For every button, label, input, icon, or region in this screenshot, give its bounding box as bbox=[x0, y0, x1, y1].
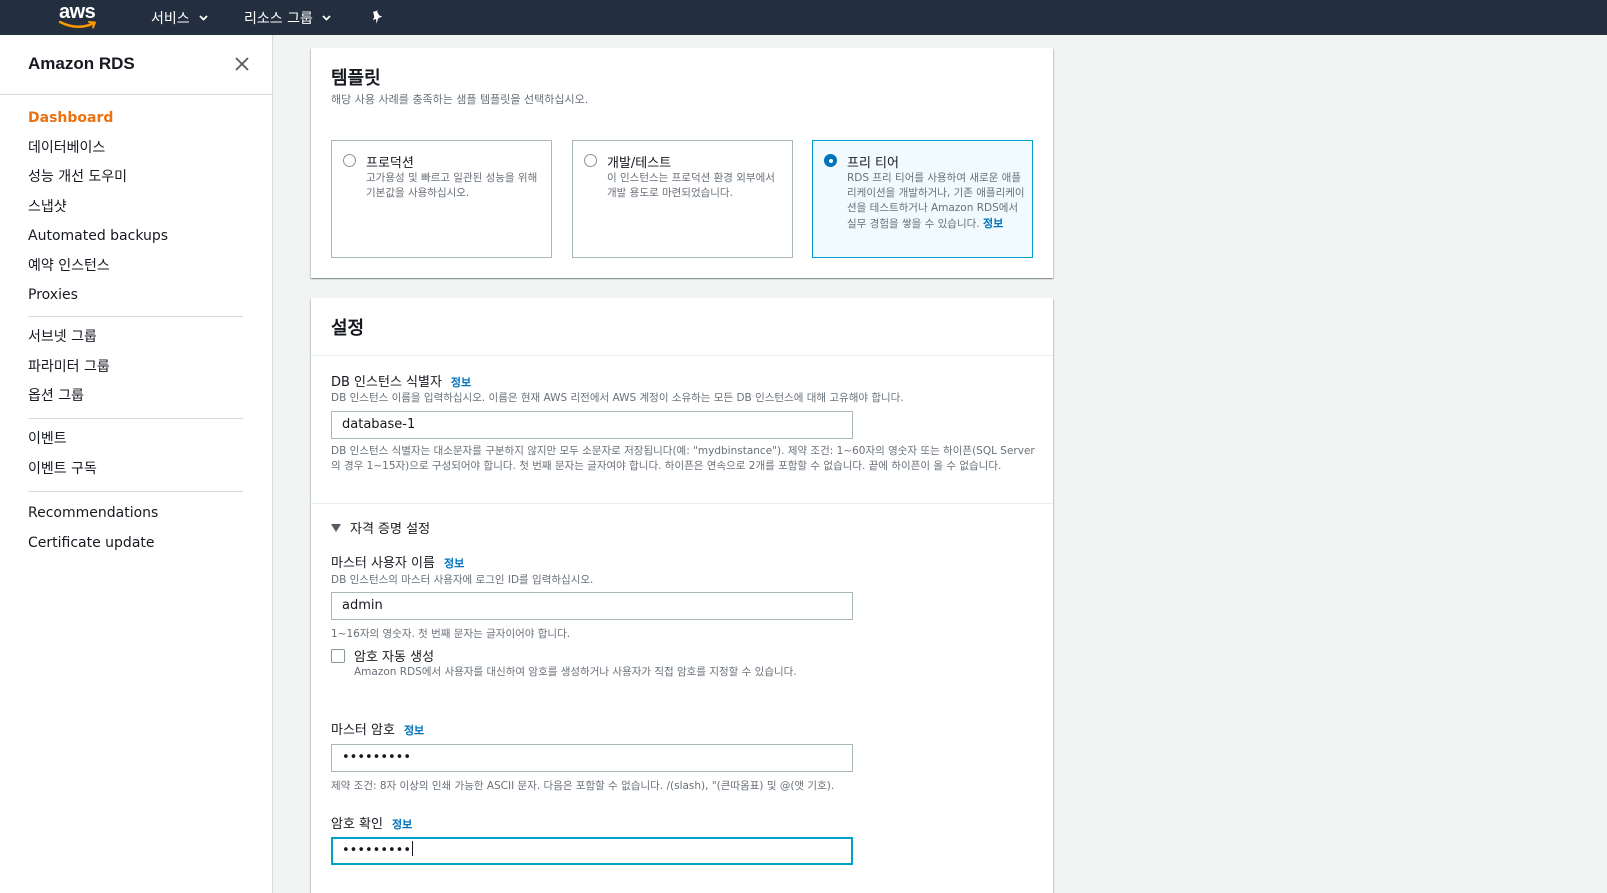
sidebar-item-snapshots[interactable]: 스냅샷 bbox=[28, 193, 168, 223]
sidebar-item-event-subscriptions[interactable]: 이벤트 구독 bbox=[28, 455, 97, 485]
resource-groups-menu[interactable]: 리소스 그룹 bbox=[244, 0, 332, 35]
master-password-constraint: 제약 조건: 8자 이상의 인쇄 가능한 ASCII 문자. 다음은 포함할 수… bbox=[331, 780, 835, 792]
master-password-label: 마스터 암호 정보 bbox=[331, 719, 424, 738]
master-username-constraint: 1~16자의 영숫자. 첫 번째 문자는 글자이어야 합니다. bbox=[331, 628, 571, 640]
master-password-input[interactable]: ••••••••• bbox=[331, 744, 853, 772]
pushpin-icon[interactable] bbox=[370, 0, 386, 35]
db-identifier-constraint: DB 인스턴스 식별자는 대소문자를 구분하지 않지만 모두 소문자로 저장됩니… bbox=[331, 445, 1035, 472]
aws-smile-icon bbox=[58, 20, 96, 29]
sidebar-title: Amazon RDS bbox=[28, 54, 135, 73]
sidebar-item-proxies[interactable]: Proxies bbox=[28, 281, 168, 311]
templates-heading: 템플릿 bbox=[331, 68, 381, 89]
services-menu-label: 서비스 bbox=[151, 10, 190, 27]
master-username-label-text: 마스터 사용자 이름 bbox=[331, 556, 435, 571]
template-radio-production[interactable] bbox=[343, 154, 356, 167]
chevron-down-icon bbox=[322, 15, 331, 21]
master-username-input[interactable]: admin bbox=[331, 592, 853, 620]
template-radio-dev-test[interactable] bbox=[584, 154, 597, 167]
credentials-settings-label: 자격 증명 설정 bbox=[350, 522, 431, 537]
auto-generate-password-checkbox[interactable] bbox=[331, 649, 345, 663]
credentials-settings-expander[interactable]: 자격 증명 설정 bbox=[331, 518, 430, 537]
sidebar-item-automated-backups[interactable]: Automated backups bbox=[28, 222, 168, 252]
sidebar-group-events: 이벤트 이벤트 구독 bbox=[28, 425, 97, 484]
close-icon[interactable] bbox=[234, 56, 250, 72]
chevron-down-icon bbox=[199, 15, 208, 21]
master-username-description: DB 인스턴스의 마스터 사용자에 로그인 ID를 입력하십시오. bbox=[331, 574, 594, 586]
templates-description: 해당 사용 사례를 충족하는 샘플 템플릿을 선택하십시오. bbox=[331, 93, 589, 106]
sidebar-item-dashboard[interactable]: Dashboard bbox=[28, 104, 168, 134]
sidebar-item-events[interactable]: 이벤트 bbox=[28, 425, 97, 455]
sidebar-divider bbox=[28, 418, 243, 419]
sidebar-divider bbox=[28, 316, 243, 317]
sidebar-item-databases[interactable]: 데이터베이스 bbox=[28, 134, 168, 164]
template-tile-free-tier[interactable]: 프리 티어 RDS 프리 티어를 사용하여 새로운 애플리케이션을 개발하거나,… bbox=[812, 140, 1033, 258]
template-tile-production[interactable]: 프로덕션 고가용성 및 빠르고 일관된 성능을 위해 기본값을 사용하십시오. bbox=[331, 140, 552, 258]
text-cursor bbox=[412, 841, 414, 856]
db-identifier-label: DB 인스턴스 식별자 정보 bbox=[331, 371, 471, 390]
confirm-password-value: ••••••••• bbox=[342, 843, 412, 858]
settings-header-divider bbox=[311, 355, 1053, 356]
free-tier-info-link[interactable]: 정보 bbox=[983, 217, 1003, 230]
sidebar-item-subnet-groups[interactable]: 서브넷 그룹 bbox=[28, 323, 110, 353]
template-description-production: 고가용성 및 빠르고 일관된 성능을 위해 기본값을 사용하십시오. bbox=[366, 172, 538, 199]
sidebar-group-main: Dashboard 데이터베이스 성능 개선 도우미 스냅샷 Automated… bbox=[28, 104, 168, 311]
settings-heading: 설정 bbox=[331, 318, 365, 339]
template-radio-free-tier[interactable] bbox=[824, 154, 837, 167]
db-identifier-label-text: DB 인스턴스 식별자 bbox=[331, 375, 442, 390]
db-identifier-description: DB 인스턴스 이름을 입력하십시오. 이름은 현재 AWS 리전에서 AWS … bbox=[331, 392, 904, 404]
sidebar-item-performance-insights[interactable]: 성능 개선 도우미 bbox=[28, 163, 168, 193]
master-username-label: 마스터 사용자 이름 정보 bbox=[331, 552, 464, 571]
sidebar-item-parameter-groups[interactable]: 파라미터 그룹 bbox=[28, 353, 110, 383]
pushpin-icon-glyph bbox=[372, 10, 383, 24]
auto-generate-password-description: Amazon RDS에서 사용자를 대신하여 암호를 생성하거나 사용자가 직접… bbox=[354, 666, 797, 678]
settings-section-divider bbox=[311, 503, 1053, 504]
sidebar: Amazon RDS Dashboard 데이터베이스 성능 개선 도우미 스냅… bbox=[0, 35, 273, 893]
sidebar-group-config: 서브넷 그룹 파라미터 그룹 옵션 그룹 bbox=[28, 323, 110, 412]
top-navigation-bar: aws 서비스 리소스 그룹 bbox=[0, 0, 1607, 35]
confirm-password-input[interactable]: ••••••••• bbox=[331, 837, 853, 865]
confirm-password-label: 암호 확인 정보 bbox=[331, 813, 412, 832]
master-password-label-text: 마스터 암호 bbox=[331, 723, 395, 738]
template-description-free-tier: RDS 프리 티어를 사용하여 새로운 애플리케이션을 개발하거나, 기존 애플… bbox=[847, 171, 1025, 232]
master-password-info-link[interactable]: 정보 bbox=[404, 724, 424, 737]
db-identifier-input[interactable]: database-1 bbox=[331, 411, 853, 439]
auto-generate-password-label: 암호 자동 생성 bbox=[354, 650, 435, 665]
resource-groups-menu-label: 리소스 그룹 bbox=[244, 10, 313, 27]
template-title-production: 프로덕션 bbox=[366, 156, 414, 171]
template-description-dev-test: 이 인스턴스는 프로덕션 환경 외부에서 개발 용도로 마련되었습니다. bbox=[607, 172, 775, 199]
sidebar-item-recommendations[interactable]: Recommendations bbox=[28, 499, 158, 529]
services-menu[interactable]: 서비스 bbox=[151, 0, 209, 35]
sidebar-divider bbox=[28, 491, 243, 492]
sidebar-item-certificate-update[interactable]: Certificate update bbox=[28, 529, 158, 559]
caret-down-icon bbox=[331, 523, 341, 532]
template-title-free-tier: 프리 티어 bbox=[847, 156, 899, 171]
db-identifier-info-link[interactable]: 정보 bbox=[451, 376, 471, 389]
template-tile-dev-test[interactable]: 개발/테스트 이 인스턴스는 프로덕션 환경 외부에서 개발 용도로 마련되었습… bbox=[572, 140, 793, 258]
aws-logo[interactable]: aws bbox=[58, 0, 102, 32]
settings-panel: 설정 DB 인스턴스 식별자 정보 DB 인스턴스 이름을 입력하십시오. 이름은… bbox=[311, 298, 1053, 893]
sidebar-header: Amazon RDS bbox=[0, 35, 272, 95]
templates-panel: 템플릿 해당 사용 사례를 충족하는 샘플 템플릿을 선택하십시오. 프로덕션 … bbox=[311, 48, 1053, 278]
confirm-password-info-link[interactable]: 정보 bbox=[392, 818, 412, 831]
master-username-info-link[interactable]: 정보 bbox=[444, 557, 464, 570]
confirm-password-label-text: 암호 확인 bbox=[331, 817, 383, 832]
sidebar-item-option-groups[interactable]: 옵션 그룹 bbox=[28, 382, 110, 412]
sidebar-item-reserved-instances[interactable]: 예약 인스턴스 bbox=[28, 252, 168, 282]
sidebar-group-other: Recommendations Certificate update bbox=[28, 499, 158, 558]
template-title-dev-test: 개발/테스트 bbox=[607, 156, 672, 171]
